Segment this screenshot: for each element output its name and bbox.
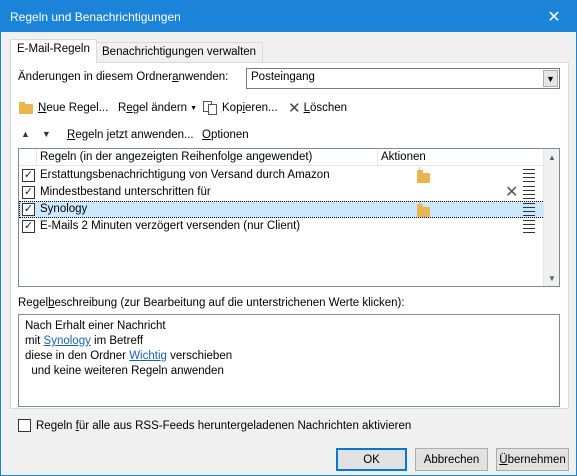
rss-checkbox[interactable] xyxy=(18,419,31,432)
column-actions[interactable]: Aktionen xyxy=(381,151,426,163)
copy-rule-button[interactable]: Kopieren... xyxy=(203,98,278,118)
exception-icon xyxy=(523,168,535,183)
tab-email-rules[interactable]: E-Mail-Regeln xyxy=(10,39,97,63)
apply-button[interactable]: Übernehmen xyxy=(496,448,569,471)
rule-checkbox[interactable]: ✓ xyxy=(22,203,35,216)
rules-list-scrollbar[interactable]: ▲ ▼ xyxy=(543,149,559,286)
dropdown-arrow-icon: ▼ xyxy=(190,104,198,112)
cancel-button[interactable]: Abbrechen xyxy=(415,448,488,471)
folder-link[interactable]: Wichtig xyxy=(129,350,167,362)
window-title: Regeln und Benachrichtigungen xyxy=(10,10,181,24)
rules-dialog: Regeln und Benachrichtigungen ✕ E-Mail-R… xyxy=(0,0,577,476)
description-line: diese in den Ordner Wichtig verschieben xyxy=(25,350,233,362)
change-rule-button[interactable]: Regel ändern ▼ xyxy=(118,98,197,118)
rule-row[interactable]: ✓ E-Mails 2 Minuten verzögert versenden … xyxy=(19,218,545,235)
delete-rule-button[interactable]: ✕ Löschen xyxy=(288,98,347,118)
folder-icon xyxy=(417,204,430,217)
rule-checkbox[interactable]: ✓ xyxy=(22,220,35,233)
rss-rules-checkbox[interactable]: Regeln für alle aus RSS-Feeds herunterge… xyxy=(18,419,411,432)
folder-select-value: Posteingang xyxy=(251,71,315,83)
tab-manage-alerts[interactable]: Benachrichtigungen verwalten xyxy=(95,42,264,62)
scroll-up-icon[interactable]: ▲ xyxy=(544,149,559,165)
copy-icon xyxy=(203,101,219,115)
folder-icon xyxy=(417,170,430,183)
chevron-down-icon[interactable]: ▼ xyxy=(543,70,558,87)
exception-icon xyxy=(523,219,535,234)
rule-checkbox[interactable]: ✓ xyxy=(22,169,35,182)
scroll-down-icon[interactable]: ▼ xyxy=(544,270,559,286)
close-icon[interactable]: ✕ xyxy=(532,1,576,32)
column-rules[interactable]: Regeln (in der angezeigten Reihenfolge a… xyxy=(40,151,312,163)
folder-label: Änderungen in diesem Ordner a nwenden: xyxy=(18,71,229,83)
reorder-controls: ▲ ▼ xyxy=(21,129,51,139)
delete-x-icon: ✕ xyxy=(288,100,301,117)
new-rule-button[interactable]: Neue Regel... xyxy=(19,98,108,118)
apply-rules-button[interactable]: Regeln jetzt anwenden... xyxy=(67,129,194,141)
exception-icon xyxy=(523,202,535,217)
rule-description: Nach Erhalt einer Nachricht mit Synology… xyxy=(18,314,560,407)
move-down-icon[interactable]: ▼ xyxy=(42,129,51,139)
move-up-icon[interactable]: ▲ xyxy=(21,129,30,139)
folder-select[interactable]: Posteingang ▼ xyxy=(246,68,560,89)
description-label: Regel b eschreibung (zur Bearbeitung auf d… xyxy=(18,297,405,309)
rule-checkbox[interactable]: ✓ xyxy=(22,186,35,199)
rule-row[interactable]: ✓ Mindestbestand unterschritten für ✕ xyxy=(19,184,545,201)
rules-list-header: Regeln (in der angezeigten Reihenfolge a… xyxy=(19,149,545,166)
new-rule-icon xyxy=(19,101,35,115)
subject-link[interactable]: Synology xyxy=(44,335,91,347)
rules-list[interactable]: Regeln (in der angezeigten Reihenfolge a… xyxy=(18,148,560,287)
exception-icon xyxy=(523,185,535,200)
rule-row[interactable]: ✓ Erstattungsbenachrichtigung von Versan… xyxy=(19,164,545,184)
title-bar: Regeln und Benachrichtigungen ✕ xyxy=(1,1,576,32)
rule-row-selected[interactable]: ✓ Synology ↓ xyxy=(19,198,545,218)
ok-button[interactable]: OK xyxy=(336,448,407,471)
description-line: und keine weiteren Regeln anwenden xyxy=(25,365,224,377)
options-button[interactable]: Optionen xyxy=(202,129,249,141)
delete-action-icon: ✕ xyxy=(505,184,519,201)
description-line: Nach Erhalt einer Nachricht xyxy=(25,320,166,332)
description-line: mit Synology im Betreff xyxy=(25,335,144,347)
